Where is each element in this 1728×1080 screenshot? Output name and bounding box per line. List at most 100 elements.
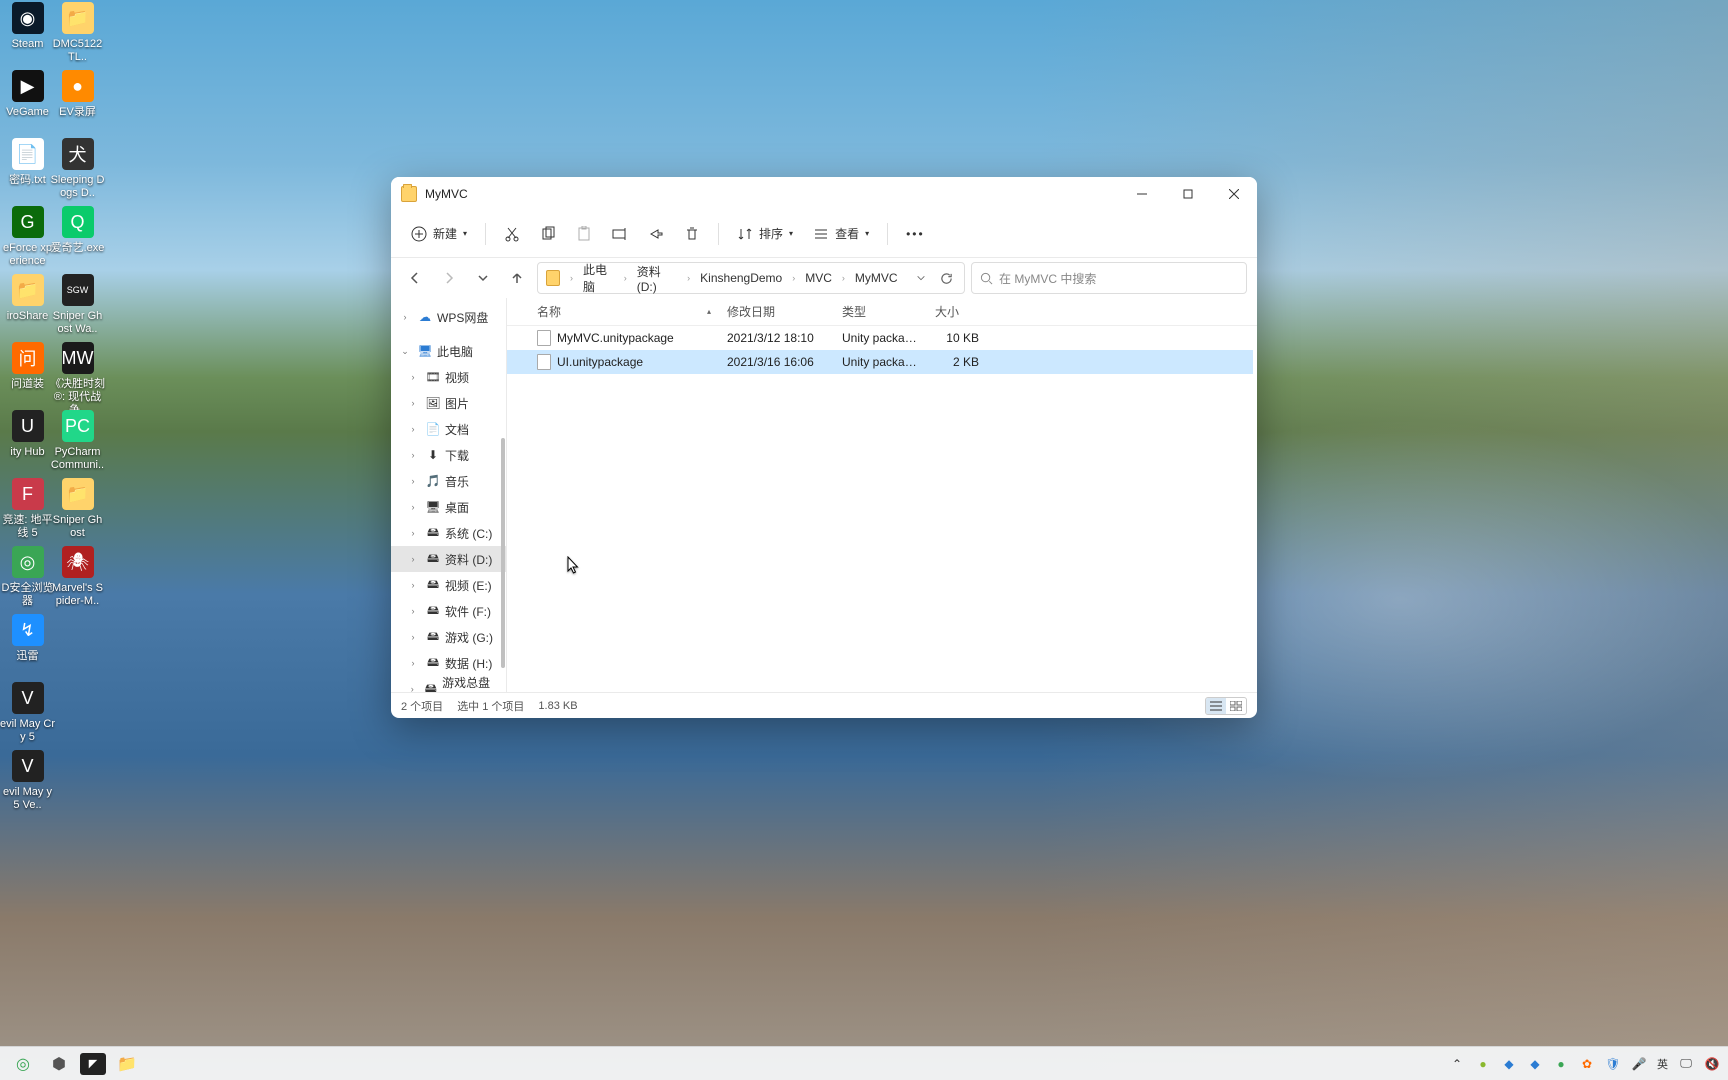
desktop-icon[interactable]: 📁DMC5122TL.. (50, 2, 105, 64)
titlebar[interactable]: MyMVC (391, 177, 1257, 210)
more-button[interactable]: ••• (898, 217, 933, 251)
tray-security-icon[interactable]: 🛡 (1605, 1056, 1621, 1072)
desktop-icon[interactable]: Uity Hub (0, 410, 55, 459)
sidebar-item[interactable]: ›🖴系统 (C:) (391, 520, 506, 546)
desktop-icon-label: 问道装 (0, 378, 55, 391)
forward-button[interactable] (435, 264, 463, 292)
new-button[interactable]: 新建 ▾ (403, 217, 475, 251)
desktop-icon[interactable]: ◉Steam (0, 2, 55, 51)
desktop-icon[interactable]: 📄密码.txt (0, 138, 55, 187)
close-button[interactable] (1211, 177, 1257, 210)
column-size[interactable]: 大小 (927, 303, 987, 320)
taskbar-app-3[interactable]: ◤ (80, 1053, 106, 1075)
desktop-icon[interactable]: Q爱奇艺.exe (50, 206, 105, 255)
back-button[interactable] (401, 264, 429, 292)
desktop-icon-label: 密码.txt (0, 174, 55, 187)
taskbar-left: ◎ ⬢ ◤ 📁 (8, 1050, 142, 1078)
taskbar-explorer[interactable]: 📁 (112, 1050, 142, 1078)
view-button[interactable]: 查看 ▾ (805, 217, 877, 251)
navigation-pane[interactable]: ›☁ WPS网盘 ⌄🖥 此电脑 ›🎞视频›🖼图片›📄文档›⬇下载›🎵音乐›🖥桌面… (391, 298, 507, 692)
desktop-icon[interactable]: 问问道装 (0, 342, 55, 391)
delete-button[interactable] (676, 217, 708, 251)
desktop-icon[interactable]: 🕷Marvel's Spider-M.. (50, 546, 105, 608)
taskbar[interactable]: ◎ ⬢ ◤ 📁 ⌃ ● ◆ ◆ ● ✿ 🛡 🎤 英 🖵 🔇 (0, 1046, 1728, 1080)
system-tray[interactable]: ⌃ ● ◆ ◆ ● ✿ 🛡 🎤 英 🖵 🔇 (1449, 1056, 1720, 1072)
desktop-icon[interactable]: GeForce xperience (0, 206, 55, 268)
tray-icon[interactable]: ◆ (1527, 1056, 1543, 1072)
cut-button[interactable] (496, 217, 528, 251)
desktop-icon[interactable]: Vevil May Cry 5 (0, 682, 55, 744)
tray-mic-icon[interactable]: 🎤 (1631, 1056, 1647, 1072)
tray-icon[interactable]: ✿ (1579, 1056, 1595, 1072)
sidebar-item[interactable]: ›🖴资料 (D:) (391, 546, 506, 572)
crumb-folder1[interactable]: KinshengDemo (696, 269, 786, 287)
address-bar[interactable]: › 此电脑› 资料 (D:)› KinshengDemo› MVC› MyMVC (537, 262, 965, 294)
sidebar-item[interactable]: ›🎞视频 (391, 364, 506, 390)
crumb-folder2[interactable]: MVC (801, 269, 836, 287)
taskbar-app-1[interactable]: ◎ (8, 1050, 38, 1078)
recent-dropdown[interactable] (469, 264, 497, 292)
sidebar-item[interactable]: ›🖴软件 (F:) (391, 598, 506, 624)
sidebar-item[interactable]: ›🎵音乐 (391, 468, 506, 494)
column-name[interactable]: 名称▴ (529, 303, 719, 320)
refresh-button[interactable] (936, 265, 958, 291)
crumb-drive[interactable]: 资料 (D:) (633, 261, 681, 296)
column-type[interactable]: 类型 (834, 303, 927, 320)
tray-icon[interactable]: ● (1475, 1056, 1491, 1072)
sidebar-item[interactable]: ›🖼图片 (391, 390, 506, 416)
scrollbar-thumb[interactable] (501, 438, 505, 668)
crumb-current[interactable]: MyMVC (851, 269, 902, 287)
sort-button[interactable]: 排序 ▾ (729, 217, 801, 251)
sidebar-item[interactable]: ›🖴游戏 (G:) (391, 624, 506, 650)
file-type: Unity package file (834, 355, 927, 369)
desktop-icon[interactable]: ●EV录屏 (50, 70, 105, 119)
tray-icon[interactable]: ◆ (1501, 1056, 1517, 1072)
desktop-icon[interactable]: MW《决胜时刻®: 现代战争.. (50, 342, 105, 418)
tiles-view-icon[interactable] (1226, 698, 1246, 714)
desktop-icon[interactable]: PCPyCharm Communi.. (50, 410, 105, 472)
explorer-window: MyMVC 新建 ▾ 排序 ▾ (391, 177, 1257, 718)
desktop-icon[interactable]: ▶VeGame (0, 70, 55, 119)
copy-button[interactable] (532, 217, 564, 251)
share-button[interactable] (640, 217, 672, 251)
file-row[interactable]: UI.unitypackage2021/3/16 16:06Unity pack… (507, 350, 1253, 374)
desktop-icon[interactable]: ↯迅雷 (0, 614, 55, 663)
desktop-icon[interactable]: 📁Sniper Ghost (50, 478, 105, 540)
file-icon (537, 354, 551, 370)
file-row[interactable]: MyMVC.unitypackage2021/3/12 18:10Unity p… (507, 326, 1253, 350)
tray-icon[interactable]: ● (1553, 1056, 1569, 1072)
details-view-icon[interactable] (1206, 698, 1226, 714)
new-label: 新建 (433, 225, 457, 242)
file-rows[interactable]: MyMVC.unitypackage2021/3/12 18:10Unity p… (507, 326, 1257, 692)
sidebar-item[interactable]: ›⬇下载 (391, 442, 506, 468)
up-button[interactable] (503, 264, 531, 292)
sidebar-item[interactable]: ›📄文档 (391, 416, 506, 442)
column-headers[interactable]: 名称▴ 修改日期 类型 大小 (507, 298, 1257, 326)
tray-expand-icon[interactable]: ⌃ (1449, 1056, 1465, 1072)
desktop-icon[interactable]: F竞速: 地平线 5 (0, 478, 55, 540)
desktop-icon[interactable]: SGWSniper Ghost Wa.. (50, 274, 105, 336)
maximize-button[interactable] (1165, 177, 1211, 210)
sidebar-item[interactable]: ›🖴游戏总盘 (I:) (391, 676, 506, 692)
desktop-icon[interactable]: 犬Sleeping Dogs D.. (50, 138, 105, 200)
column-date[interactable]: 修改日期 (719, 303, 834, 320)
desktop-icon[interactable]: ◎D安全浏览器 (0, 546, 55, 608)
desktop-icon[interactable]: 📁iroShare (0, 274, 55, 323)
sidebar-item[interactable]: ›🖥桌面 (391, 494, 506, 520)
rename-button[interactable] (604, 217, 636, 251)
sidebar-item[interactable]: ›🖴数据 (H:) (391, 650, 506, 676)
sidebar-item-wps[interactable]: ›☁ WPS网盘 (391, 304, 506, 330)
tray-volume-icon[interactable]: 🔇 (1704, 1056, 1720, 1072)
paste-button[interactable] (568, 217, 600, 251)
search-box[interactable]: 在 MyMVC 中搜索 (971, 262, 1247, 294)
crumb-this-pc[interactable]: 此电脑 (579, 259, 618, 297)
desktop-icon[interactable]: Vevil May y 5 Ve.. (0, 750, 55, 812)
sidebar-item-this-pc[interactable]: ⌄🖥 此电脑 (391, 338, 506, 364)
view-toggle[interactable] (1205, 697, 1247, 715)
minimize-button[interactable] (1119, 177, 1165, 210)
tray-monitor-icon[interactable]: 🖵 (1678, 1056, 1694, 1072)
sidebar-item[interactable]: ›🖴视频 (E:) (391, 572, 506, 598)
taskbar-app-2[interactable]: ⬢ (44, 1050, 74, 1078)
ime-indicator[interactable]: 英 (1657, 1056, 1668, 1072)
address-dropdown-icon[interactable] (910, 265, 932, 291)
